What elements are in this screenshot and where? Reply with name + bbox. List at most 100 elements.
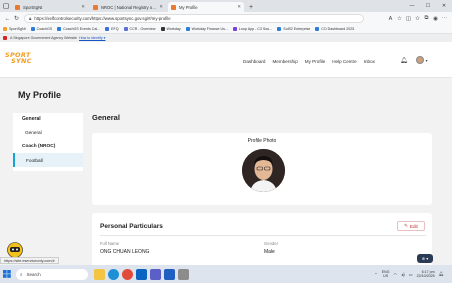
windows-start-icon[interactable] (0, 265, 14, 283)
outlook-icon[interactable] (136, 268, 147, 280)
nav-inbox[interactable]: Inbox (364, 59, 375, 64)
bookmark-item[interactable]: Workday Finance Us... (185, 27, 228, 31)
accessibility-button[interactable]: ⊕ ▾ (417, 254, 433, 263)
more-menu-icon[interactable]: ⋯ (440, 14, 449, 23)
bookmark-icon (57, 27, 62, 31)
personal-particulars-card: Personal Particulars ✎ Edit Full Name ON… (92, 213, 432, 273)
split-screen-icon[interactable]: ◫ (404, 14, 413, 23)
sidebar-heading-coach[interactable]: Coach (NROC) (13, 139, 83, 153)
new-tab-button[interactable]: + (246, 2, 256, 12)
chevron-down-icon[interactable]: ▾ (426, 58, 428, 63)
browser-window-icon[interactable] (2, 2, 10, 10)
sidebar-item-football[interactable]: Football (13, 153, 83, 167)
bookmark-item[interactable]: CCR - Overview (123, 27, 156, 31)
bell-icon[interactable]: 🔔︎ (400, 57, 408, 64)
word-icon[interactable] (164, 268, 175, 280)
bookmark-item[interactable]: EFQ (105, 27, 119, 31)
file-explorer-icon[interactable] (94, 268, 105, 280)
bookmark-icon (185, 27, 190, 31)
site-header: SPORT SYNC Dashboard Membership My Profi… (0, 42, 452, 78)
header-user-area: 🔔︎ ▾ (400, 56, 428, 64)
notification-bell-icon[interactable]: 🔔︎ (439, 271, 444, 277)
personal-particulars-title: Personal Particulars (100, 223, 163, 230)
gov-banner-text: A Singapore Government Agency Website (10, 36, 78, 40)
tray-chevron-up-icon[interactable]: ⌃ (374, 272, 378, 277)
system-tray: ⌃ ENG US ◠ ◂) ▭ 6:17 pm 22/10/2025 🔔︎ (374, 265, 448, 283)
tab-close-icon[interactable]: ✕ (237, 4, 241, 10)
profile-photo-card: Profile Photo (92, 133, 432, 205)
tab-favicon (171, 4, 176, 10)
maximize-icon[interactable]: ☐ (420, 0, 436, 12)
profile-sidebar: General General Coach (NROC) Football (13, 113, 83, 171)
browser-tab-bar: SportSgNt ✕ NROC | National Registry of … (0, 0, 452, 12)
tab-label: My Profile (179, 4, 198, 10)
close-window-icon[interactable]: ✕ (436, 0, 452, 12)
bookmark-item[interactable]: CO Dashboard 2025 (315, 27, 354, 31)
tab-favicon (15, 4, 20, 10)
full-name-value: ONG CHUAN LEONG (100, 249, 150, 255)
url-input[interactable]: 🔒︎ https://selfcontrolsecurity.com/https… (24, 14, 364, 23)
profile-icon[interactable]: ◉ (431, 14, 440, 23)
favorite-star-icon[interactable]: ☆ (395, 14, 404, 23)
tab-close-icon[interactable]: ✕ (81, 4, 85, 10)
sidebar-heading-general: General (22, 116, 41, 122)
bookmark-icon (160, 27, 165, 31)
read-aloud-icon[interactable]: A (386, 14, 395, 23)
teams-icon[interactable] (150, 268, 161, 280)
profile-photo[interactable] (242, 149, 285, 192)
main-nav: Dashboard Membership My Profile Help Cen… (243, 59, 382, 64)
tab-label: NROC | National Registry of Coac (101, 4, 158, 10)
gov-banner: A Singapore Government Agency Website Ho… (0, 34, 452, 42)
bookmark-icon (277, 27, 282, 31)
browser-tab-1[interactable]: SportSgNt ✕ (12, 2, 88, 12)
taskbar-clock[interactable]: 6:17 pm 22/10/2025 (417, 270, 435, 278)
bookmark-icon (123, 27, 128, 31)
divider (100, 235, 426, 236)
bookmark-item[interactable]: Workday (160, 27, 181, 31)
back-icon[interactable]: ← (3, 14, 12, 23)
sportsync-logo[interactable]: SPORT SYNC (5, 52, 32, 65)
bookmark-item[interactable]: Loop App - C3 Sou... (232, 27, 272, 31)
bookmark-icon (30, 27, 35, 31)
bookmark-item[interactable]: CoachGS Events Cal... (57, 27, 100, 31)
nav-dashboard[interactable]: Dashboard (243, 59, 265, 64)
tab-favicon (93, 4, 98, 10)
browser-toolbar-icons: A ☆ ◫ ✩ ⧉ ◉ ⋯ (386, 14, 449, 23)
minimize-icon[interactable]: — (404, 0, 420, 12)
favorites-icon[interactable]: ✩ (413, 14, 422, 23)
bookmarks-bar: SportSgNt CoachGS CoachGS Events Cal... … (0, 25, 452, 34)
chrome-icon[interactable] (122, 268, 133, 280)
section-title: General (92, 113, 120, 122)
edge-browser-icon[interactable] (108, 268, 119, 280)
how-to-identify-link[interactable]: How to identify ▾ (79, 36, 105, 40)
tab-close-icon[interactable]: ✕ (159, 4, 163, 10)
bookmark-item[interactable]: SolS2 Enterprise (277, 27, 310, 31)
sidebar-item-general[interactable]: General (13, 125, 83, 139)
refresh-icon[interactable]: ↻ (12, 14, 21, 23)
windows-taskbar: ⌕ Search ⌃ ENG US ◠ ◂) ▭ 6:17 pm 22/10/2… (0, 265, 452, 283)
lock-icon: 🔒︎ (29, 16, 32, 21)
full-name-label: Full Name (100, 241, 120, 246)
browser-tab-3[interactable]: My Profile ✕ (168, 2, 244, 12)
search-icon: ⌕ (20, 271, 23, 277)
browser-tab-2[interactable]: NROC | National Registry of Coac ✕ (90, 2, 166, 12)
battery-icon[interactable]: ▭ (409, 272, 413, 277)
bookmark-item[interactable]: SportSgNt (3, 27, 26, 31)
accessibility-icon: ⊕ ▾ (421, 256, 429, 261)
bookmark-icon (315, 27, 320, 31)
edit-button[interactable]: ✎ Edit (397, 221, 425, 231)
language-indicator[interactable]: ENG US (382, 270, 390, 278)
misc-app-icon[interactable] (178, 268, 189, 280)
bookmark-icon (232, 27, 237, 31)
speaker-icon[interactable]: ◂) (401, 272, 405, 277)
nav-help-centre[interactable]: Help Centre (332, 59, 357, 64)
gender-label: Gender (264, 241, 278, 246)
taskbar-search-input[interactable]: ⌕ Search (16, 268, 88, 280)
url-text: https://selfcontrolsecurity.com/https://… (34, 16, 171, 21)
nav-membership[interactable]: Membership (272, 59, 297, 64)
nav-my-profile[interactable]: My Profile (305, 59, 325, 64)
bookmark-item[interactable]: CoachGS (30, 27, 52, 31)
collections-icon[interactable]: ⧉ (422, 14, 431, 23)
wifi-icon[interactable]: ◠ (394, 272, 398, 277)
avatar[interactable] (415, 56, 424, 64)
